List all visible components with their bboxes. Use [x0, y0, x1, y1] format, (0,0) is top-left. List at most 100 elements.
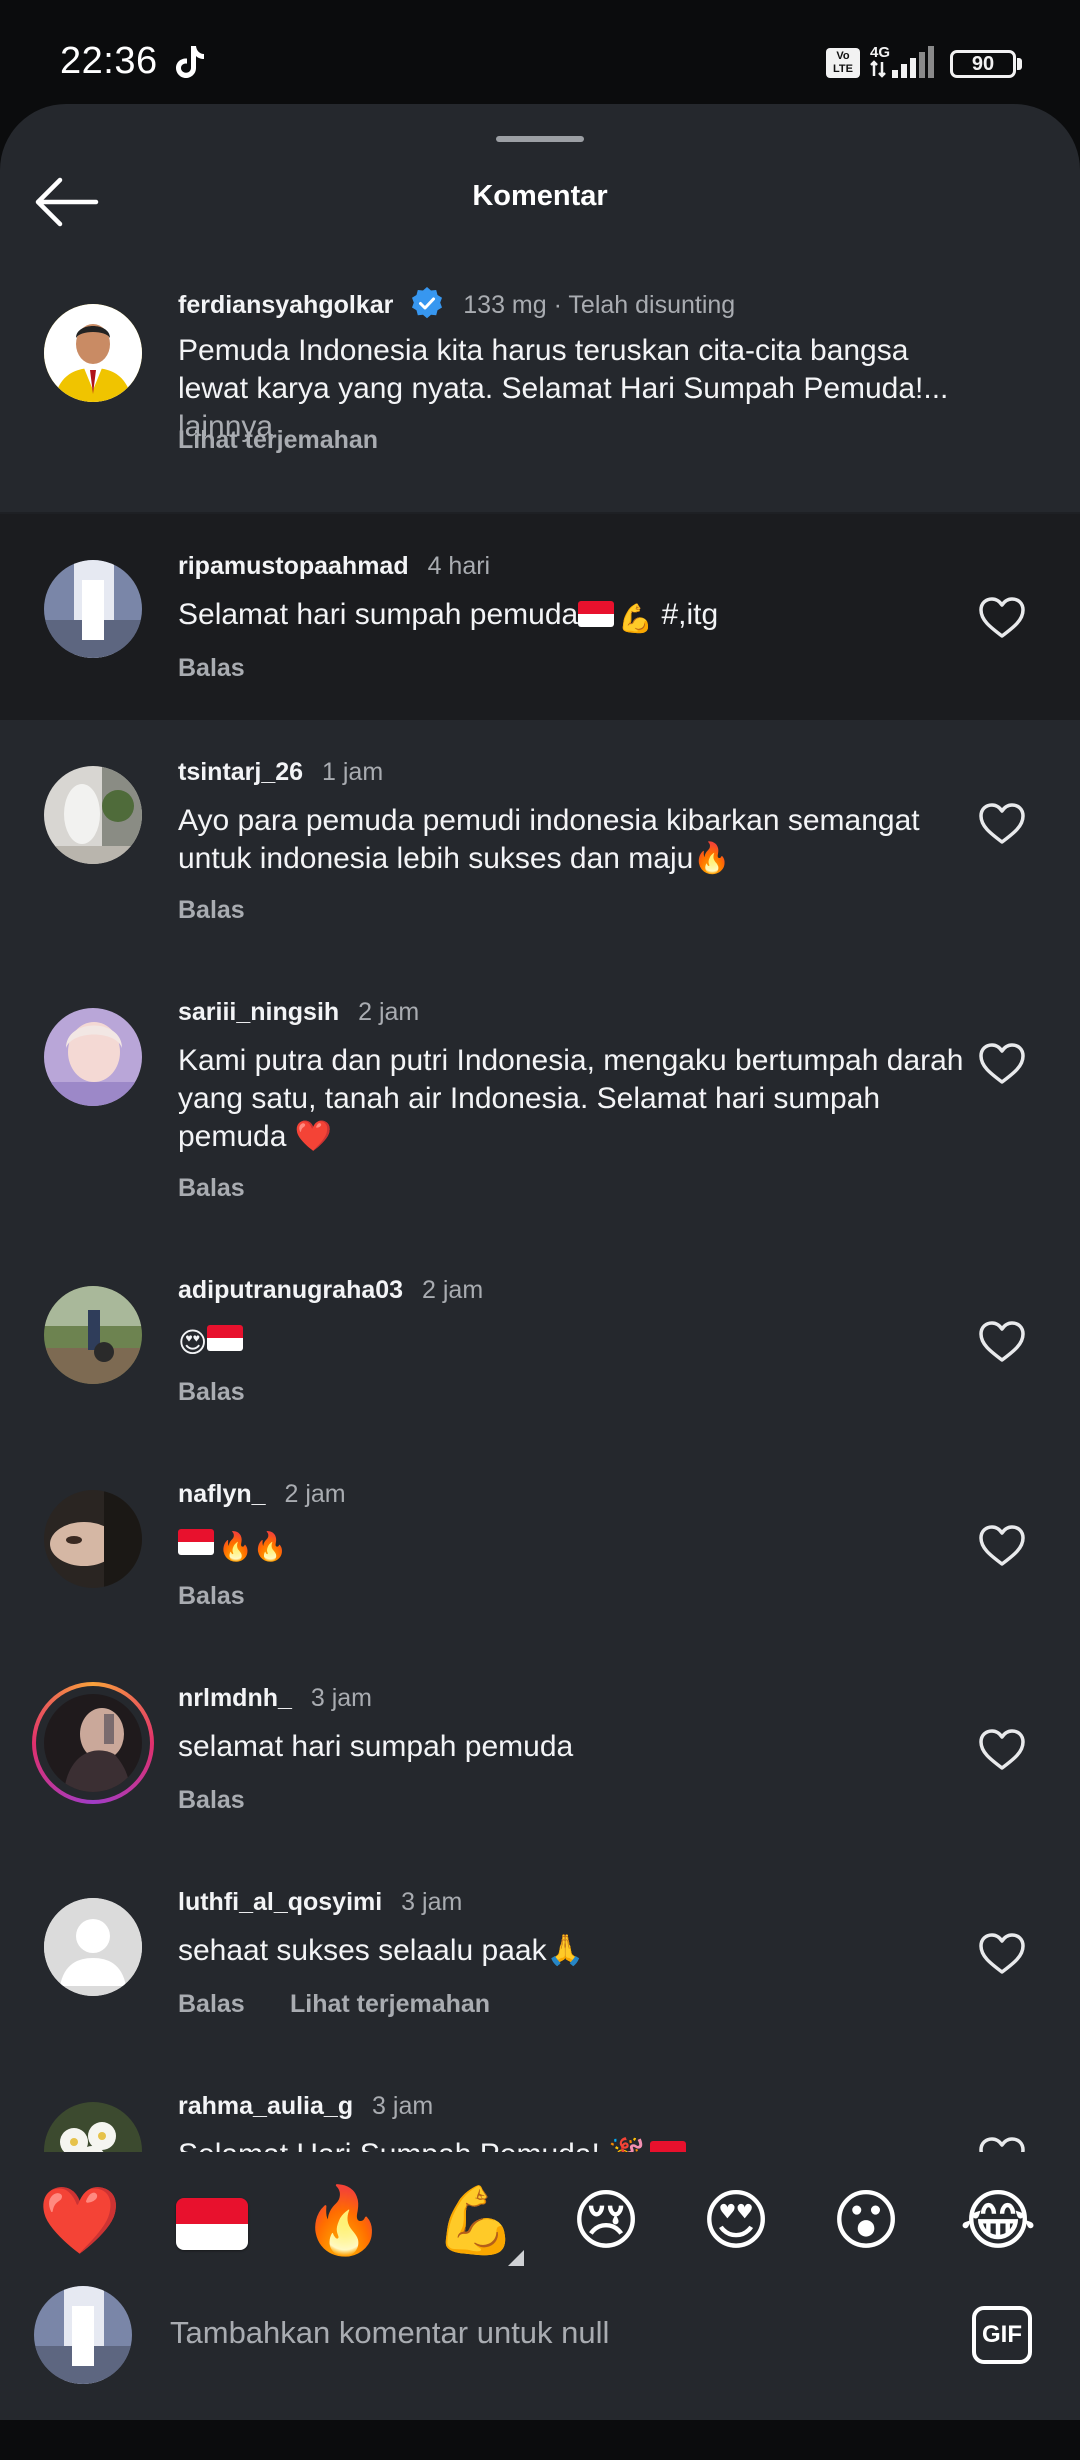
comment-composer: GIF [0, 2272, 1080, 2420]
comment-username-text: luthfi_al_qosyimi [178, 1888, 383, 1916]
emoji-flexed-biceps[interactable]: 💪 [434, 2178, 518, 2262]
comment-item: tsintarj_26 1 jam Ayo para pemuda pemudi… [0, 720, 1080, 960]
emoji-indonesia-flag[interactable] [176, 2198, 248, 2250]
drag-handle[interactable] [496, 136, 584, 142]
comment-username[interactable]: adiputranugraha03 2 jam [178, 1276, 483, 1305]
status-time: 22:36 [60, 40, 158, 82]
comment-username-text: adiputranugraha03 [178, 1276, 404, 1304]
comment-text: Kami putra dan putri Indonesia, mengaku … [178, 1044, 964, 1153]
flexed-biceps-emoji: 💪 [618, 603, 654, 634]
comment-username-text: rahma_aulia_g [178, 2092, 354, 2120]
comment-item: ripamustopaahmad 4 hari Selamat hari sum… [0, 514, 1080, 720]
comment-time: 3 jam [310, 1684, 372, 1712]
comment-time: 2 jam [284, 1480, 346, 1508]
avatar-image [44, 1286, 142, 1384]
verified-badge-icon [412, 287, 443, 319]
comment-avatar[interactable] [44, 766, 142, 864]
like-heart-icon[interactable] [978, 1728, 1026, 1772]
caption-meta: 133 mg · Telah disunting [463, 291, 736, 319]
flag-red-stripe [176, 2198, 248, 2224]
comment-username-text: naflyn_ [178, 1480, 266, 1508]
flag-white-stripe [176, 2224, 248, 2250]
my-avatar [34, 2286, 132, 2384]
sheet-title: Komentar [472, 180, 608, 212]
emoji-red-heart[interactable]: ❤️ [38, 2178, 122, 2262]
comment-item: naflyn_ 2 jam 🔥🔥 Balas [0, 1442, 1080, 1646]
comment-time: 3 jam [372, 2092, 434, 2120]
signal-icon: 4G [870, 44, 934, 78]
comment-time: 1 jam [322, 758, 384, 786]
caption-translate-link[interactable]: Lihat terjemahan [178, 426, 378, 455]
comment-text-part: Selamat hari sumpah pemuda [178, 598, 579, 631]
indonesia-flag-emoji [578, 601, 615, 627]
emoji-tears-of-joy[interactable]: 😂 [956, 2178, 1040, 2262]
comment-text: Ayo para pemuda pemudi indonesia kibarka… [178, 804, 920, 875]
like-heart-icon[interactable] [978, 1042, 1026, 1086]
comment-avatar[interactable] [44, 560, 142, 658]
battery-cap [1017, 58, 1022, 70]
status-bar: 22:36 Vo LTE 4G 90 [0, 0, 1080, 100]
comment-username[interactable]: luthfi_al_qosyimi 3 jam [178, 1888, 462, 1917]
reply-link[interactable]: Balas [178, 1378, 245, 1407]
tiktok-icon [176, 46, 204, 78]
emoji-quick-bar: ❤️ 🔥 💪 😢 😍 😮 😂 [0, 2152, 1080, 2272]
reply-link[interactable]: Balas [178, 896, 245, 925]
comment-username[interactable]: tsintarj_26 1 jam [178, 758, 383, 787]
comment-list[interactable]: ripamustopaahmad 4 hari Selamat hari sum… [0, 514, 1080, 2256]
comment-text: sehaat sukses selaalu paak🙏 [178, 1934, 584, 1967]
comment-username[interactable]: ripamustopaahmad 4 hari [178, 552, 490, 581]
avatar-image [44, 766, 142, 864]
avatar-image [34, 2286, 132, 2384]
comment-avatar[interactable] [44, 1286, 142, 1384]
post-caption: ferdiansyahgolkar 133 mg · Telah disunti… [0, 260, 1080, 514]
comment-item: sariii_ningsih 2 jam Kami putra dan putr… [0, 960, 1080, 1238]
comment-item: luthfi_al_qosyimi 3 jam sehaat sukses se… [0, 1850, 1080, 2054]
emoji-heart-eyes[interactable]: 😍 [694, 2178, 778, 2262]
indonesia-flag-emoji [207, 1325, 244, 1351]
comment-avatar[interactable] [44, 1008, 142, 1106]
comments-sheet: Komentar ferdiansyahgolkar 133 mg · Tela… [0, 104, 1080, 2420]
like-heart-icon[interactable] [978, 1320, 1026, 1364]
comment-text: selamat hari sumpah pemuda [178, 1730, 574, 1763]
caption-username[interactable]: ferdiansyahgolkar 133 mg · Telah disunti… [178, 286, 735, 320]
svg-text:4G: 4G [870, 44, 890, 61]
comment-username-text: sariii_ningsih [178, 998, 340, 1026]
avatar-image [44, 560, 142, 658]
translate-link[interactable]: Lihat terjemahan [290, 1990, 490, 2019]
comment-username[interactable]: nrlmdnh_ 3 jam [178, 1684, 372, 1713]
comment-username[interactable]: rahma_aulia_g 3 jam [178, 2092, 433, 2121]
emoji-surprised-face[interactable]: 😮 [824, 2178, 908, 2262]
reply-link[interactable]: Balas [178, 1174, 245, 1203]
comment-username[interactable]: sariii_ningsih 2 jam [178, 998, 419, 1027]
default-avatar-icon [44, 1898, 142, 1996]
comment-item: adiputranugraha03 2 jam 😍 Balas [0, 1238, 1080, 1442]
comment-text: Selamat hari sumpah pemuda 💪 #,itg [178, 596, 978, 634]
comment-username[interactable]: naflyn_ 2 jam [178, 1480, 346, 1509]
like-heart-icon[interactable] [978, 1932, 1026, 1976]
reply-link[interactable]: Balas [178, 1786, 245, 1815]
skin-tone-indicator-icon [508, 2250, 524, 2266]
indonesia-flag-emoji [178, 1529, 214, 1555]
like-heart-icon[interactable] [978, 802, 1026, 846]
emoji-fire[interactable]: 🔥 [302, 2178, 386, 2262]
reply-link[interactable]: Balas [178, 654, 245, 683]
avatar-image [44, 1490, 142, 1588]
comment-time: 3 jam [401, 1888, 463, 1916]
caption-avatar[interactable] [44, 304, 142, 402]
comment-time: 2 jam [358, 998, 420, 1026]
avatar-image [44, 1008, 142, 1106]
comment-avatar[interactable] [44, 1490, 142, 1588]
reply-link[interactable]: Balas [178, 1582, 245, 1611]
like-heart-icon[interactable] [978, 596, 1026, 640]
reply-link[interactable]: Balas [178, 1990, 245, 2019]
like-heart-icon[interactable] [978, 1524, 1026, 1568]
comment-avatar[interactable] [44, 1694, 142, 1792]
comment-time: 4 hari [427, 552, 491, 580]
comment-text-part: 🔥🔥 [218, 1531, 288, 1562]
comment-input[interactable] [170, 2308, 930, 2358]
comment-item: nrlmdnh_ 3 jam selamat hari sumpah pemud… [0, 1646, 1080, 1850]
emoji-crying-face[interactable]: 😢 [564, 2178, 648, 2262]
gif-button[interactable]: GIF [972, 2306, 1032, 2364]
comment-avatar[interactable] [44, 1898, 142, 1996]
avatar-image [44, 1694, 142, 1792]
